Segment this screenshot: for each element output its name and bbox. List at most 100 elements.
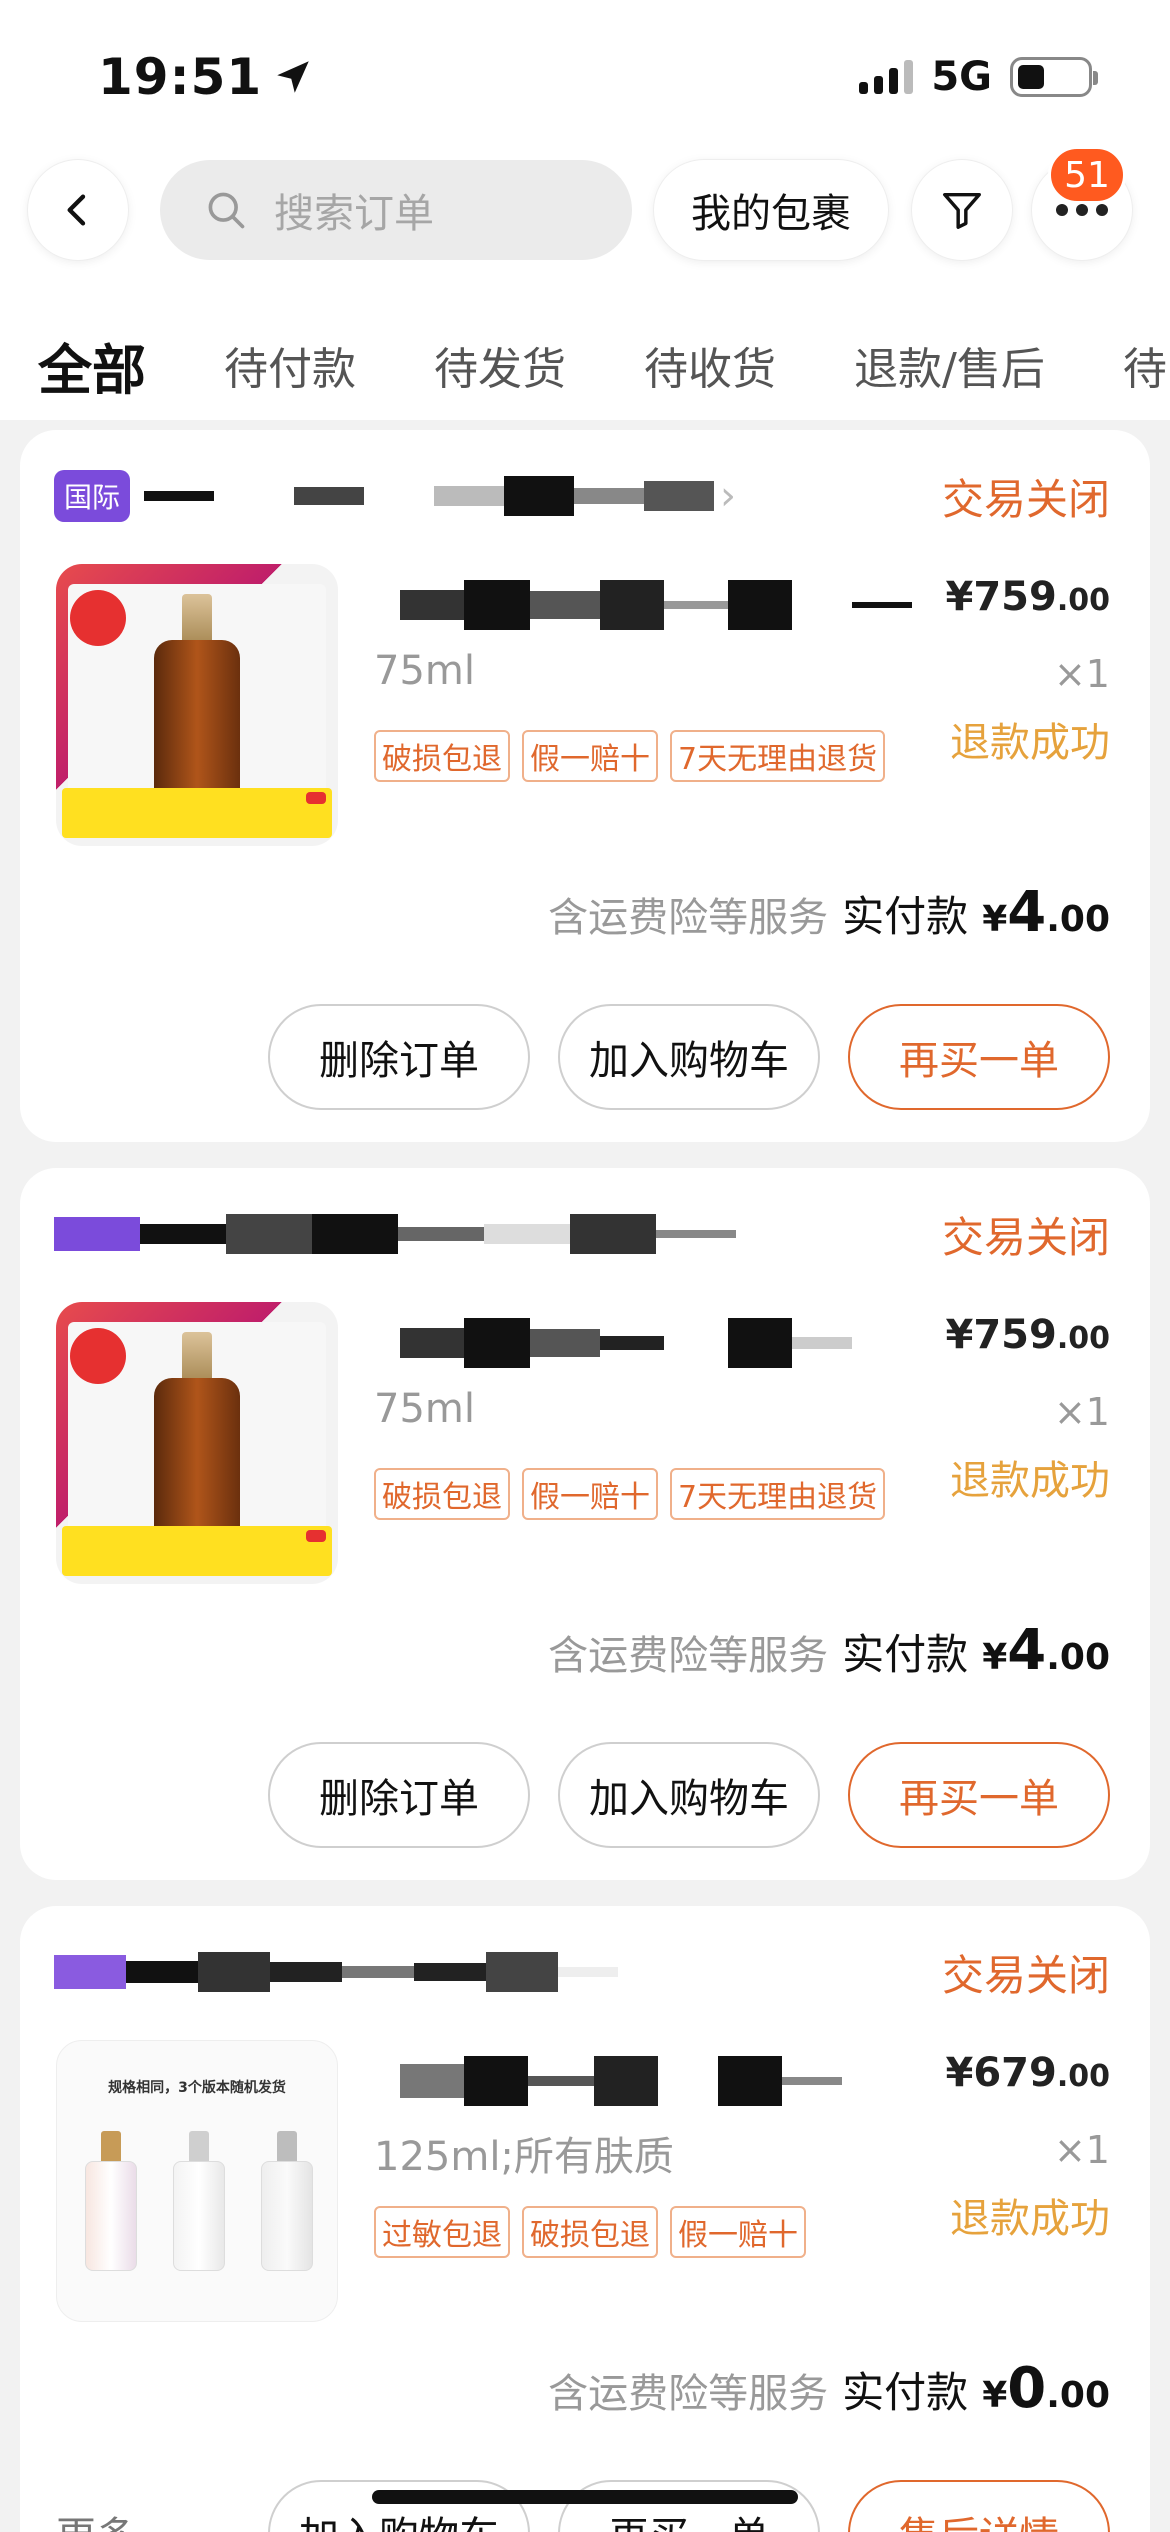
order-card[interactable]: 交易关闭 ¥759.00 75ml ×1 破损包退 假一赔十 7天无理由退货 退… bbox=[20, 1168, 1150, 1880]
service-tags: 破损包退 假一赔十 7天无理由退货 bbox=[374, 1468, 886, 1520]
filter-icon bbox=[943, 192, 981, 229]
store-name-redacted bbox=[54, 1952, 618, 1992]
network-type: 5G bbox=[931, 54, 992, 100]
service-tag: 7天无理由退货 bbox=[670, 730, 886, 782]
serum-bottle-icon bbox=[154, 594, 240, 808]
product-spec: 75ml bbox=[374, 1386, 475, 1432]
store-row[interactable] bbox=[54, 1204, 736, 1264]
buy-again-button[interactable]: 再买一单 bbox=[848, 1742, 1110, 1848]
payment-summary: 含运费险等服务 实付款 ¥0.00 bbox=[548, 2356, 1110, 2421]
filter-button[interactable] bbox=[912, 160, 1012, 260]
order-status: 交易关闭 bbox=[941, 475, 1110, 524]
product-price: ¥679.00 bbox=[945, 2050, 1110, 2096]
service-tag: 过敏包退 bbox=[374, 2206, 510, 2258]
promo-price-icon bbox=[306, 792, 326, 804]
product-quantity: ×1 bbox=[1053, 1390, 1110, 1434]
service-tag: 7天无理由退货 bbox=[670, 1468, 886, 1520]
my-packages-button[interactable]: 我的包裹 bbox=[654, 160, 888, 260]
add-to-cart-button[interactable]: 加入购物车 bbox=[558, 1004, 820, 1110]
tab-refund-aftersale[interactable]: 退款/售后 bbox=[854, 333, 1045, 397]
chevron-right-icon: › bbox=[720, 473, 737, 519]
paid-amount: ¥0.00 bbox=[982, 2356, 1110, 2421]
tab-pending-shipment[interactable]: 待发货 bbox=[434, 333, 566, 397]
store-row[interactable] bbox=[54, 1942, 618, 2002]
search-placeholder: 搜索订单 bbox=[274, 191, 434, 237]
buy-again-button[interactable]: 再买一单 bbox=[558, 2480, 820, 2532]
more-dot-icon bbox=[1076, 204, 1088, 216]
promo-banner bbox=[62, 1526, 332, 1576]
order-actions: 删除订单 加入购物车 再买一单 bbox=[268, 1004, 1110, 1110]
service-tag: 破损包退 bbox=[374, 1468, 510, 1520]
add-to-cart-button[interactable]: 加入购物车 bbox=[268, 2480, 530, 2532]
order-card[interactable]: 交易关闭 规格相同，3个版本随机发货 ¥679.00 125ml;所有肤质 ×1… bbox=[20, 1906, 1150, 2532]
paid-amount: ¥4.00 bbox=[982, 880, 1110, 945]
home-indicator[interactable] bbox=[372, 2490, 798, 2504]
serum-bottle-icon bbox=[154, 1332, 240, 1546]
service-tag: 破损包退 bbox=[374, 730, 510, 782]
paid-amount: ¥4.00 bbox=[982, 1618, 1110, 1683]
more-actions-link[interactable]: 更多 bbox=[56, 2504, 136, 2532]
add-to-cart-button[interactable]: 加入购物车 bbox=[558, 1742, 820, 1848]
refund-status[interactable]: 退款成功 bbox=[950, 2186, 1110, 2244]
service-tag: 假一赔十 bbox=[670, 2206, 806, 2258]
service-tag: 破损包退 bbox=[522, 2206, 658, 2258]
store-row[interactable]: 国际 › bbox=[54, 466, 736, 526]
more-dot-icon bbox=[1056, 204, 1068, 216]
promo-badge-icon bbox=[70, 590, 126, 646]
order-tabs: 全部 待付款 待发货 待收货 退款/售后 待 bbox=[0, 320, 1170, 410]
promo-banner bbox=[62, 788, 332, 838]
product-price: ¥759.00 bbox=[945, 574, 1110, 620]
product-name-redacted[interactable] bbox=[400, 2056, 842, 2106]
service-note: 含运费险等服务 bbox=[548, 895, 829, 941]
service-tags: 破损包退 假一赔十 7天无理由退货 bbox=[374, 730, 886, 782]
payment-summary: 含运费险等服务 实付款 ¥4.00 bbox=[548, 880, 1110, 945]
product-image[interactable] bbox=[56, 564, 338, 846]
product-spec: 125ml;所有肤质 bbox=[374, 2134, 674, 2180]
buy-again-button[interactable]: 再买一单 bbox=[848, 1004, 1110, 1110]
tab-pending-receipt[interactable]: 待收货 bbox=[644, 333, 776, 397]
location-arrow-icon bbox=[277, 61, 309, 93]
service-tags: 过敏包退 破损包退 假一赔十 bbox=[374, 2206, 806, 2258]
serum-bottle-icon bbox=[173, 2131, 225, 2271]
order-actions: 删除订单 加入购物车 再买一单 bbox=[268, 1742, 1110, 1848]
product-name-redacted[interactable] bbox=[400, 580, 912, 630]
product-price: ¥759.00 bbox=[945, 1312, 1110, 1358]
clock: 19:51 bbox=[98, 48, 314, 106]
payment-summary: 含运费险等服务 实付款 ¥4.00 bbox=[548, 1618, 1110, 1683]
delete-order-button[interactable]: 删除订单 bbox=[268, 1742, 530, 1848]
product-image[interactable]: 规格相同，3个版本随机发货 bbox=[56, 2040, 338, 2322]
product-name-redacted[interactable] bbox=[400, 1318, 852, 1368]
product-quantity: ×1 bbox=[1053, 2128, 1110, 2172]
order-card[interactable]: 国际 › 交易关闭 ¥759.00 75ml ×1 破损包退 假一赔十 7天无理… bbox=[20, 430, 1150, 1142]
service-tag: 假一赔十 bbox=[522, 730, 658, 782]
cellular-signal-icon bbox=[859, 60, 914, 94]
product-spec: 75ml bbox=[374, 648, 475, 694]
search-input[interactable]: 搜索订单 bbox=[160, 160, 632, 260]
paid-label: 实付款 bbox=[842, 2368, 969, 2417]
promo-badge-icon bbox=[70, 1328, 126, 1384]
serum-bottle-icon bbox=[85, 2131, 137, 2271]
paid-label: 实付款 bbox=[842, 892, 969, 941]
tmall-global-tag: 国际 bbox=[54, 470, 131, 522]
tab-pending-payment[interactable]: 待付款 bbox=[224, 333, 356, 397]
battery-icon bbox=[1010, 57, 1098, 97]
tab-pending-review[interactable]: 待 bbox=[1123, 333, 1167, 397]
refund-status[interactable]: 退款成功 bbox=[950, 710, 1110, 768]
after-sale-details-button[interactable]: 售后详情 bbox=[848, 2480, 1110, 2532]
service-note: 含运费险等服务 bbox=[548, 2371, 829, 2417]
refund-status[interactable]: 退款成功 bbox=[950, 1448, 1110, 1506]
store-name-redacted bbox=[54, 1214, 736, 1254]
back-button[interactable] bbox=[28, 160, 128, 260]
notification-badge: 51 bbox=[1048, 146, 1126, 204]
order-status: 交易关闭 bbox=[941, 1213, 1110, 1262]
product-quantity: ×1 bbox=[1053, 652, 1110, 696]
chevron-left-icon bbox=[67, 194, 86, 226]
more-dot-icon bbox=[1096, 204, 1108, 216]
delete-order-button[interactable]: 删除订单 bbox=[268, 1004, 530, 1110]
product-image[interactable] bbox=[56, 1302, 338, 1584]
status-bar: 19:51 5G bbox=[0, 0, 1170, 150]
serum-bottle-icon bbox=[261, 2131, 313, 2271]
status-indicators: 5G bbox=[859, 54, 1098, 100]
order-actions: 加入购物车 再买一单 售后详情 bbox=[268, 2480, 1110, 2532]
tab-all[interactable]: 全部 bbox=[38, 326, 146, 405]
